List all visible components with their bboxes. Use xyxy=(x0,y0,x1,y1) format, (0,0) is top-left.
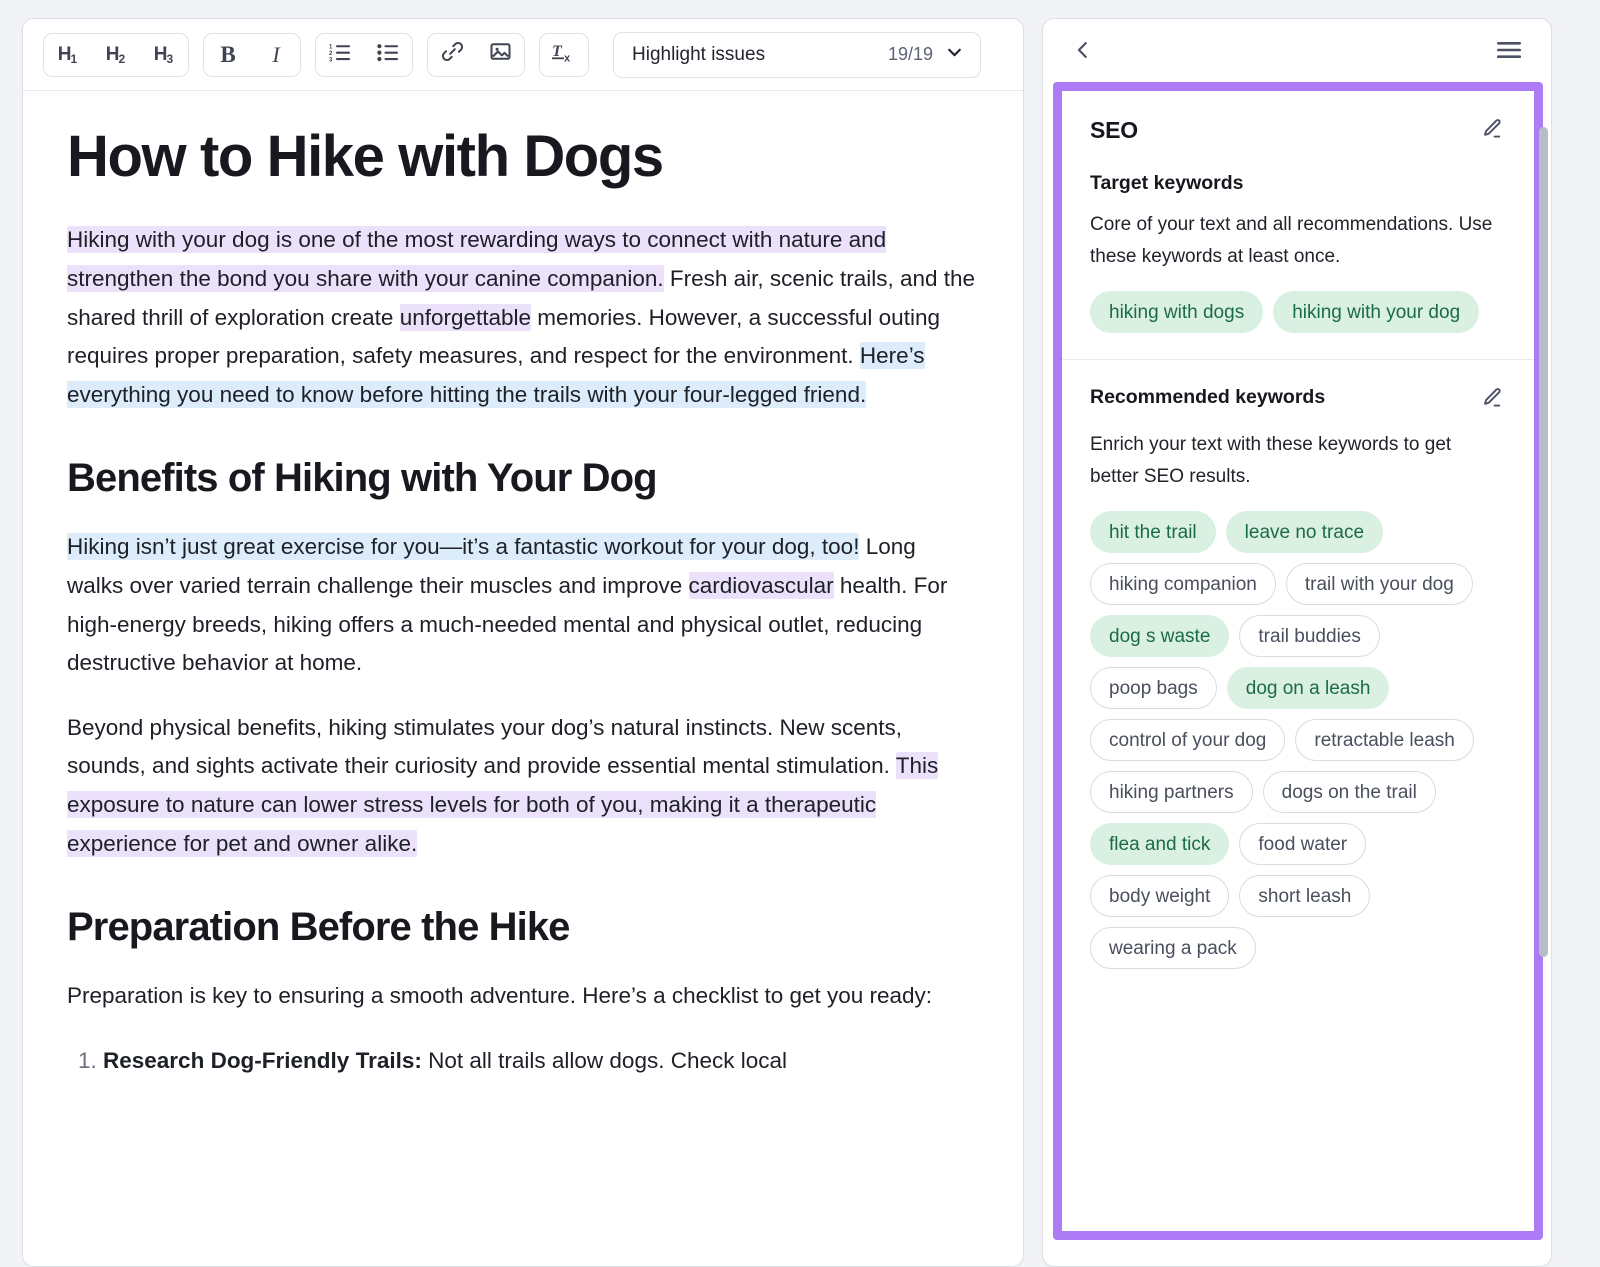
keyword-chip[interactable]: hiking partners xyxy=(1090,771,1253,813)
keyword-chip[interactable]: trail buddies xyxy=(1239,615,1380,657)
keyword-chip[interactable]: wearing a pack xyxy=(1090,927,1256,969)
clear-formatting-button[interactable]: T x xyxy=(540,34,588,76)
paragraph-intro: Hiking with your dog is one of the most … xyxy=(67,221,977,414)
keyword-chip[interactable]: hit the trail xyxy=(1090,511,1216,553)
target-keywords-heading: Target keywords xyxy=(1090,172,1244,194)
seo-highlight-outline: SEO Target keywords Core of your text an… xyxy=(1053,82,1543,1240)
keyword-chip[interactable]: dog s waste xyxy=(1090,615,1230,657)
seo-panel-scroll-area[interactable]: SEO Target keywords Core of your text an… xyxy=(1062,91,1534,1231)
seo-section-target: SEO Target keywords Core of your text an… xyxy=(1062,91,1534,359)
svg-text:1: 1 xyxy=(329,44,333,50)
highlight-issues-right: 19/19 xyxy=(888,43,964,67)
recommended-keywords-description: Enrich your text with these keywords to … xyxy=(1090,434,1452,487)
highlight-issues-label: Highlight issues xyxy=(632,43,766,65)
svg-text:3: 3 xyxy=(329,57,333,62)
highlight-issues-select[interactable]: Highlight issues 19/19 xyxy=(613,31,981,78)
keyword-chip[interactable]: short leash xyxy=(1239,875,1371,917)
list-item-title: Research Dog-Friendly Trails: xyxy=(103,1047,422,1073)
chevron-down-icon xyxy=(945,43,964,67)
clear-formatting-icon: T x xyxy=(551,40,577,70)
list-button-group: 1 2 3 xyxy=(315,32,413,77)
link-icon xyxy=(441,40,464,69)
highlight-purple: unforgettable xyxy=(399,303,532,331)
ordered-list-icon: 1 2 3 xyxy=(329,42,351,68)
svg-text:2: 2 xyxy=(329,51,333,57)
image-icon xyxy=(489,40,512,69)
list-item: Research Dog-Friendly Trails: Not all tr… xyxy=(103,1042,977,1081)
recommended-keywords-edit-icon[interactable] xyxy=(1480,386,1504,415)
h3-sub: 3 xyxy=(166,51,174,66)
list-item-text: Not all trails allow dogs. Check local xyxy=(421,1047,788,1073)
recommended-keywords-heading: Recommended keywords xyxy=(1090,386,1326,408)
link-button[interactable] xyxy=(428,34,476,76)
panel-topbar xyxy=(1043,19,1551,83)
preparation-list: Research Dog-Friendly Trails: Not all tr… xyxy=(67,1042,977,1081)
keyword-chip[interactable]: retractable leash xyxy=(1295,719,1474,761)
target-keywords-description: Core of your text and all recommendation… xyxy=(1090,214,1493,267)
keyword-chip[interactable]: dog on a leash xyxy=(1226,667,1390,709)
h2-sub: 2 xyxy=(118,51,126,66)
h2-button[interactable]: H2 xyxy=(92,34,140,76)
panel-menu-button[interactable] xyxy=(1491,33,1527,69)
panel-back-button[interactable] xyxy=(1065,33,1101,69)
bullet-list-icon xyxy=(377,42,399,68)
keyword-chip[interactable]: hiking with your dog xyxy=(1273,291,1480,333)
chevron-left-icon xyxy=(1072,39,1094,64)
panel-scrollbar-thumb[interactable] xyxy=(1539,127,1548,957)
keyword-chip[interactable]: hiking with dogs xyxy=(1090,291,1264,333)
seo-title-edit-icon[interactable] xyxy=(1480,117,1504,146)
recommended-keywords-header: Recommended keywords xyxy=(1090,386,1504,415)
recommended-keywords-chips: hit the trail leave no trace hiking comp… xyxy=(1090,511,1504,969)
h1-label: H xyxy=(57,43,72,65)
paragraph-benefits-1: Hiking isn’t just great exercise for you… xyxy=(67,528,977,682)
highlight-purple: cardiovascular xyxy=(688,572,834,599)
seo-title: SEO xyxy=(1090,117,1138,143)
keyword-chip[interactable]: body weight xyxy=(1090,875,1230,917)
italic-button[interactable]: I xyxy=(252,34,300,76)
heading-benefits: Benefits of Hiking with Your Dog xyxy=(67,456,658,501)
italic-label: I xyxy=(272,41,280,67)
keyword-chip[interactable]: food water xyxy=(1239,823,1367,865)
keyword-chip[interactable]: poop bags xyxy=(1090,667,1217,709)
ordered-list-button[interactable]: 1 2 3 xyxy=(316,34,364,76)
app-root: H1 H2 H3 B I 1 2 3 T x Highlight issues … xyxy=(0,0,1600,1267)
paragraph-benefits-2: Beyond physical benefits, hiking stimula… xyxy=(67,709,977,863)
h1-button[interactable]: H1 xyxy=(44,34,92,76)
keyword-chip[interactable]: hiking companion xyxy=(1090,563,1276,605)
keyword-chip[interactable]: leave no trace xyxy=(1225,511,1384,553)
keyword-chip[interactable]: trail with your dog xyxy=(1285,563,1473,605)
heading-button-group: H1 H2 H3 xyxy=(43,32,189,77)
bold-label: B xyxy=(220,41,236,67)
paragraph-preparation: Preparation is key to ensuring a smooth … xyxy=(67,983,933,1009)
h2-label: H xyxy=(105,43,120,65)
document-body[interactable]: How to Hike with Dogs Hiking with your d… xyxy=(23,91,1023,1266)
keyword-chip[interactable]: dogs on the trail xyxy=(1262,771,1436,813)
seo-section-recommended: Recommended keywords Enrich your text wi… xyxy=(1062,359,1534,995)
document-title: How to Hike with Dogs xyxy=(67,124,664,189)
highlight-blue: Hiking isn’t just great exercise for you… xyxy=(67,533,860,561)
seo-panel-card: SEO Target keywords Core of your text an… xyxy=(1042,18,1552,1267)
h3-label: H xyxy=(153,43,168,65)
h3-button[interactable]: H3 xyxy=(140,34,188,76)
heading-preparation: Preparation Before the Hike xyxy=(67,905,570,950)
h1-sub: 1 xyxy=(70,51,78,66)
keyword-chip[interactable]: control of your dog xyxy=(1090,719,1286,761)
target-keywords-chips: hiking with dogs hiking with your dog xyxy=(1090,291,1504,333)
bullet-list-button[interactable] xyxy=(364,34,412,76)
target-keywords-block: Target keywords Core of your text and al… xyxy=(1090,172,1504,333)
seo-title-row: SEO xyxy=(1090,117,1504,150)
hamburger-menu-icon xyxy=(1496,40,1522,63)
image-button[interactable] xyxy=(476,34,524,76)
editor-card: H1 H2 H3 B I 1 2 3 T x Highlight issues … xyxy=(22,18,1024,1267)
clear-format-group: T x xyxy=(539,32,589,77)
text-run: Beyond physical benefits, hiking stimula… xyxy=(67,714,903,779)
insert-button-group xyxy=(427,32,525,77)
svg-text:x: x xyxy=(564,52,571,64)
format-button-group: B I xyxy=(203,32,301,77)
highlight-issues-count: 19/19 xyxy=(887,44,933,64)
keyword-chip[interactable]: flea and tick xyxy=(1090,823,1230,865)
bold-button[interactable]: B xyxy=(204,34,252,76)
editor-toolbar: H1 H2 H3 B I 1 2 3 T x Highlight issues … xyxy=(23,19,1023,91)
